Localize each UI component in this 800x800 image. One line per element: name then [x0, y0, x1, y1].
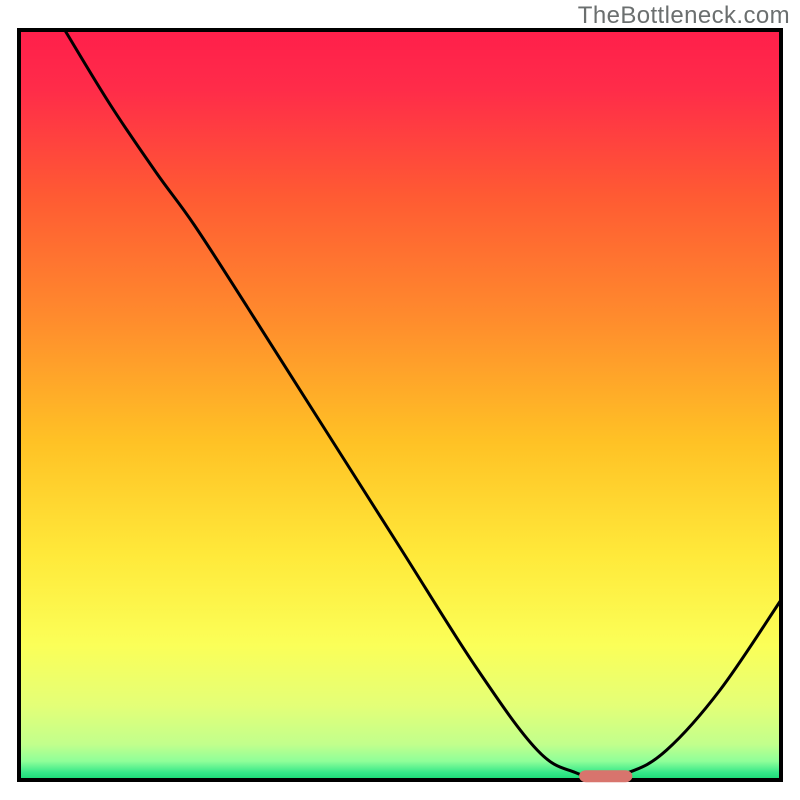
chart-stage: TheBottleneck.com — [0, 0, 800, 800]
optimal-marker — [579, 770, 632, 782]
bottleneck-chart — [0, 0, 800, 800]
watermark-text: TheBottleneck.com — [578, 2, 790, 30]
gradient-background — [19, 30, 781, 780]
